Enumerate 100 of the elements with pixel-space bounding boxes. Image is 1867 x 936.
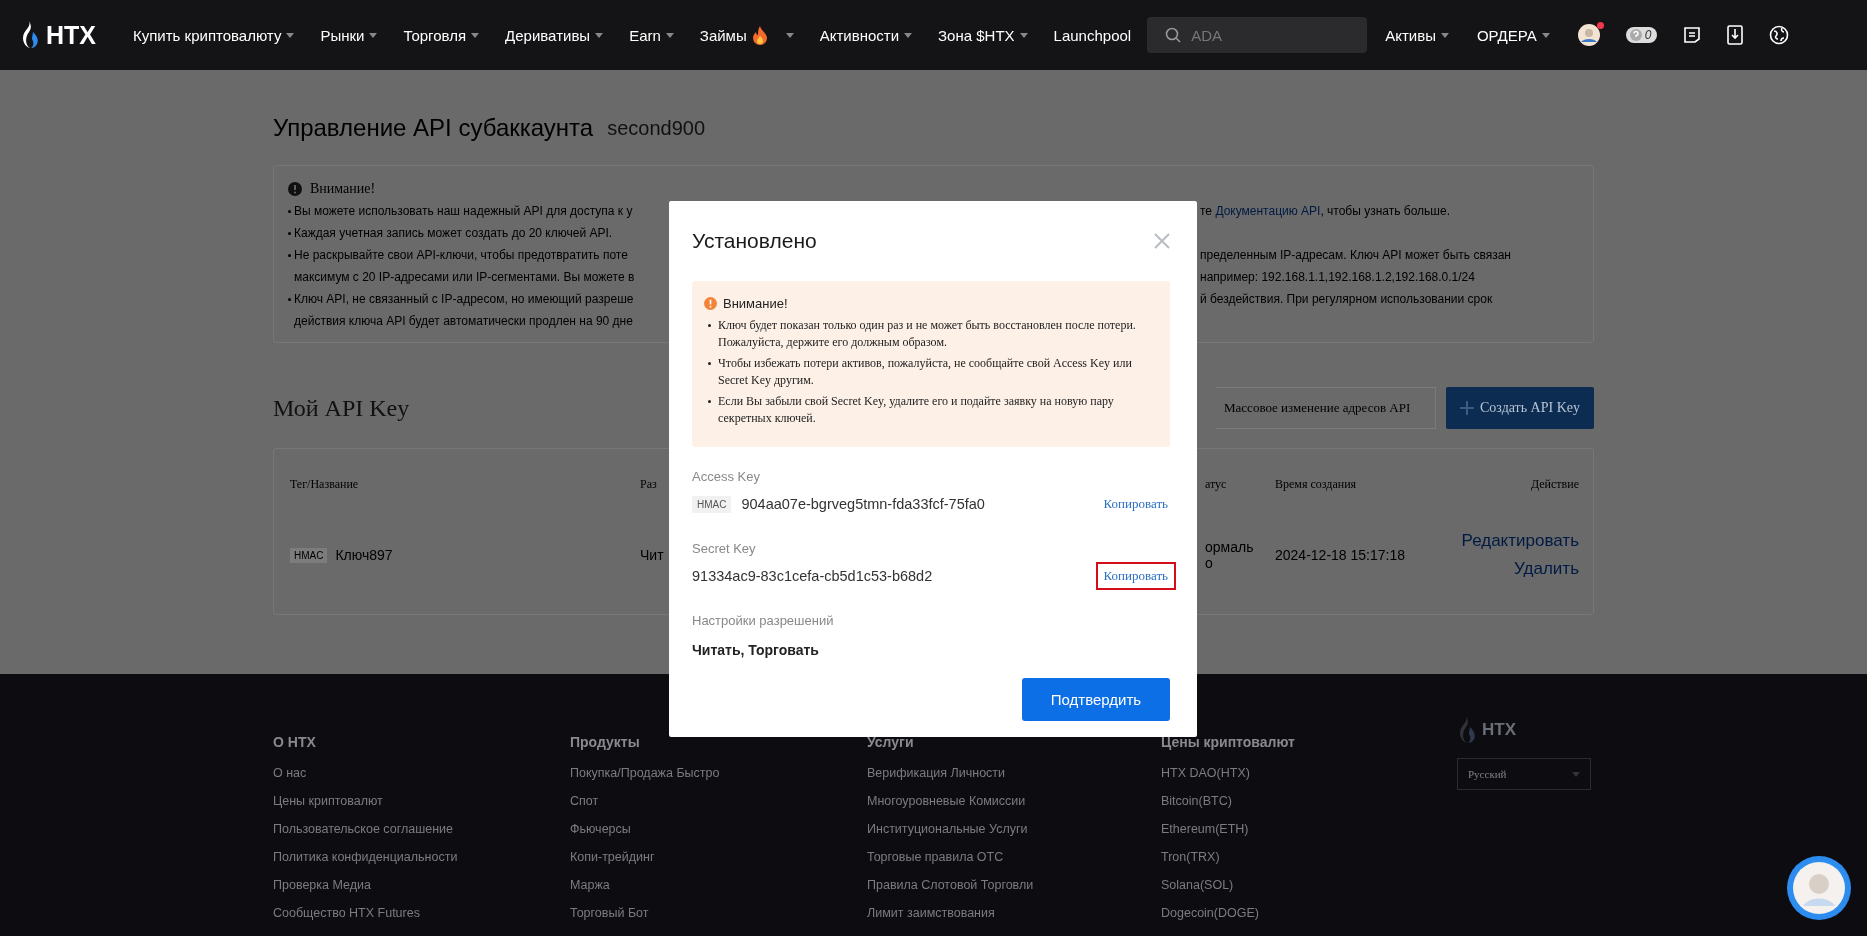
caret-icon [471, 32, 480, 38]
footer-link[interactable]: Проверка Медиа [273, 878, 570, 896]
notice-text: пределенным IP-адресам. Ключ API может быть связан [1200, 248, 1512, 262]
copy-link[interactable]: Копировать [1095, 490, 1176, 518]
column-header: Тег/Название [290, 476, 360, 492]
footer-link[interactable]: Копи-трейдинг [570, 850, 867, 868]
avatar-icon [1793, 862, 1845, 914]
counter-pill[interactable]: 0 [1625, 27, 1658, 43]
nav-menu-item[interactable]: Launchpool [1053, 26, 1132, 44]
download-icon[interactable] [1727, 25, 1744, 45]
notice-text: й бездействия. При регулярном использовании срок [1200, 292, 1494, 306]
alert-icon [288, 182, 302, 196]
create-api-key-button[interactable]: Создать API Key [1446, 387, 1594, 429]
search-icon [1165, 27, 1182, 43]
page-title: Управление API субаккаунта [273, 114, 594, 142]
footer-link[interactable]: Сообщество HTX Futures [273, 906, 570, 924]
bullet-dot [708, 400, 711, 403]
field-label: Secret Key [692, 541, 757, 558]
caret-icon [595, 32, 604, 38]
nav-menu-item[interactable]: Деривативы [505, 26, 604, 44]
footer-heading: Продукты [570, 734, 641, 752]
bullet-dot [708, 324, 711, 327]
question-icon [1629, 29, 1642, 41]
footer-link[interactable]: Solana(SOL) [1161, 878, 1457, 896]
key-value: 904aa07e-bgrveg5tmn-fda33fcf-75fa0 [741, 496, 985, 512]
caret-icon [369, 32, 378, 38]
caret-icon [904, 32, 913, 38]
nav-menu-item[interactable]: Earn [629, 26, 674, 44]
confirm-button[interactable]: Подтвердить [1022, 678, 1170, 721]
nav-menu-item[interactable]: Рынки [320, 26, 378, 44]
footer-heading: О HTX [273, 734, 317, 752]
footer-link[interactable]: HTX DAO(HTX) [1161, 766, 1457, 784]
footer-link[interactable]: Политика конфиденциальности [273, 850, 570, 868]
avatar-icon [1577, 24, 1600, 46]
caret-icon [286, 32, 295, 38]
key-value: 91334ac9-83c1cefa-cb5d1c53-b68d2 [692, 568, 933, 584]
field-label: Настройки разрешений [692, 613, 835, 630]
search-field[interactable]: ADA [1147, 17, 1368, 53]
action-link[interactable]: Удалить [1514, 559, 1579, 579]
dialog-title: Установлено [692, 229, 817, 253]
footer-link[interactable]: Торговый Бот [570, 906, 867, 924]
column-header: Действие [1529, 476, 1579, 492]
warning-text: Если Вы забыли свой Secret Key, удалите его и подайте заявку на новую пару секретных ключей. [718, 393, 1115, 427]
bullet-dot [708, 362, 711, 365]
caret-icon [1572, 771, 1580, 777]
footer-link[interactable]: Лимит заимствования [867, 906, 1161, 924]
fire-icon [751, 25, 768, 45]
footer-link[interactable]: Ethereum(ETH) [1161, 822, 1457, 840]
nav-menu-item[interactable]: Займы [699, 25, 794, 45]
copy-link[interactable]: Копировать [1095, 562, 1176, 590]
footer-link[interactable]: Верификация Личности [867, 766, 1161, 784]
section-title: Мой API Key [273, 394, 410, 422]
notice-text: например: 192.168.1.1,192.168.1.2,192.168.0.1/24 [1200, 270, 1476, 284]
nav-menu-item[interactable]: Активы [1385, 26, 1449, 44]
table-cell-text: ормаль о [1205, 539, 1255, 571]
notice-text: Вы можете использовать наш надежный API для доступа к у [294, 204, 634, 218]
caret-icon [1019, 32, 1028, 38]
footer-link[interactable]: Спот [570, 794, 867, 812]
footer-link[interactable]: Покупка/Продажа Быстро [570, 766, 867, 784]
warning-title: Внимание! [723, 295, 788, 311]
footer-link[interactable]: Dogecoin(DOGE) [1161, 906, 1457, 924]
footer-link[interactable]: О нас [273, 766, 570, 784]
footer-link[interactable]: Институциональные Услуги [867, 822, 1161, 840]
footer-heading: Услуги [867, 734, 915, 752]
language-select[interactable]: Русский [1457, 758, 1591, 790]
column-header: Время создания [1275, 476, 1358, 492]
table-cell-text: 2024-12-18 15:17:18 [1275, 547, 1406, 563]
nav-menu-item[interactable]: ОРДЕРА [1476, 26, 1550, 44]
notice-text: Ключ API, не связанный с IP-адресом, но имеющий разреше [294, 292, 635, 306]
htx-logo[interactable]: HTX [20, 20, 96, 50]
globe-icon[interactable] [1769, 25, 1790, 45]
footer-link[interactable]: Многоуровневые Комиссии [867, 794, 1161, 812]
table-cell: Ключ897 [335, 547, 393, 563]
footer-link[interactable]: Tron(TRX) [1161, 850, 1457, 868]
warning-text: Чтобы избежать потери активов, пожалуйста, не сообщайте свой Access Key или Secret Key другим. [718, 355, 1133, 389]
caret-icon [665, 32, 674, 38]
footer-link[interactable]: Торговые правила OTC [867, 850, 1161, 868]
hmac-tag: HMAC [692, 495, 732, 513]
column-header: атус [1205, 476, 1228, 492]
notice-text: максимум с 20 IP-адресами или IP-сегментами. Вы можете в [294, 270, 636, 284]
bulk-edit-button[interactable]: Массовое изменение адресов API [1216, 387, 1436, 429]
warning-text: Ключ будет показан только один раз и не может быть восстановлен после потери. Пожалуйста, держите его должным образом. [718, 317, 1137, 351]
footer-link[interactable]: Правила Слотовой Торговли [867, 878, 1161, 896]
notes-icon[interactable] [1683, 26, 1702, 44]
footer-link[interactable]: Маржа [570, 878, 867, 896]
footer-link[interactable]: Цены криптовалют [273, 794, 570, 812]
footer-link[interactable]: Пользовательское соглашение [273, 822, 570, 840]
subaccount-name: second900 [607, 116, 706, 140]
nav-menu-item[interactable]: Зона $HTX [938, 26, 1028, 44]
nav-menu-item[interactable]: Купить криптовалюту [133, 26, 295, 44]
htx-logo: HTX [1457, 716, 1594, 744]
action-link[interactable]: Редактировать [1461, 531, 1579, 551]
alert-icon [704, 296, 717, 310]
nav-menu-item[interactable]: Торговля [403, 26, 480, 44]
caret-icon [1440, 32, 1449, 38]
footer-link[interactable]: Bitcoin(BTC) [1161, 794, 1457, 812]
nav-menu-item[interactable]: Активности [819, 26, 913, 44]
field-label: Access Key [692, 469, 761, 486]
footer-link[interactable]: Фьючерсы [570, 822, 867, 840]
caret-icon [1541, 32, 1550, 38]
